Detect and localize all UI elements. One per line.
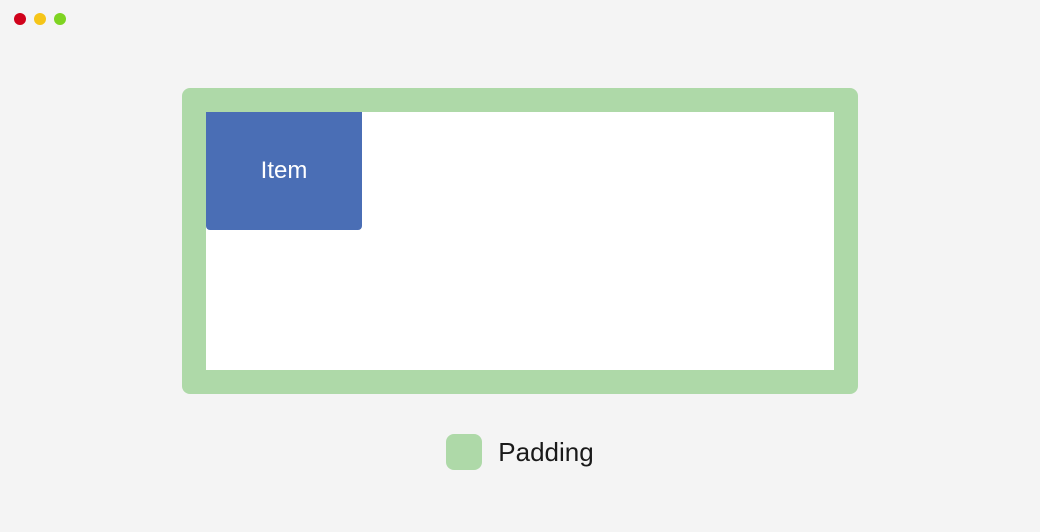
padding-swatch-icon xyxy=(446,434,482,470)
legend: Padding xyxy=(446,434,593,470)
content-region: Item xyxy=(206,112,834,370)
maximize-icon[interactable] xyxy=(54,13,66,25)
window-titlebar xyxy=(0,0,1040,38)
diagram-content: Item Padding xyxy=(0,38,1040,470)
legend-padding-label: Padding xyxy=(498,437,593,468)
padding-region: Item xyxy=(182,88,858,394)
item-label: Item xyxy=(261,157,308,185)
close-icon[interactable] xyxy=(14,13,26,25)
minimize-icon[interactable] xyxy=(34,13,46,25)
item-box: Item xyxy=(206,112,362,230)
